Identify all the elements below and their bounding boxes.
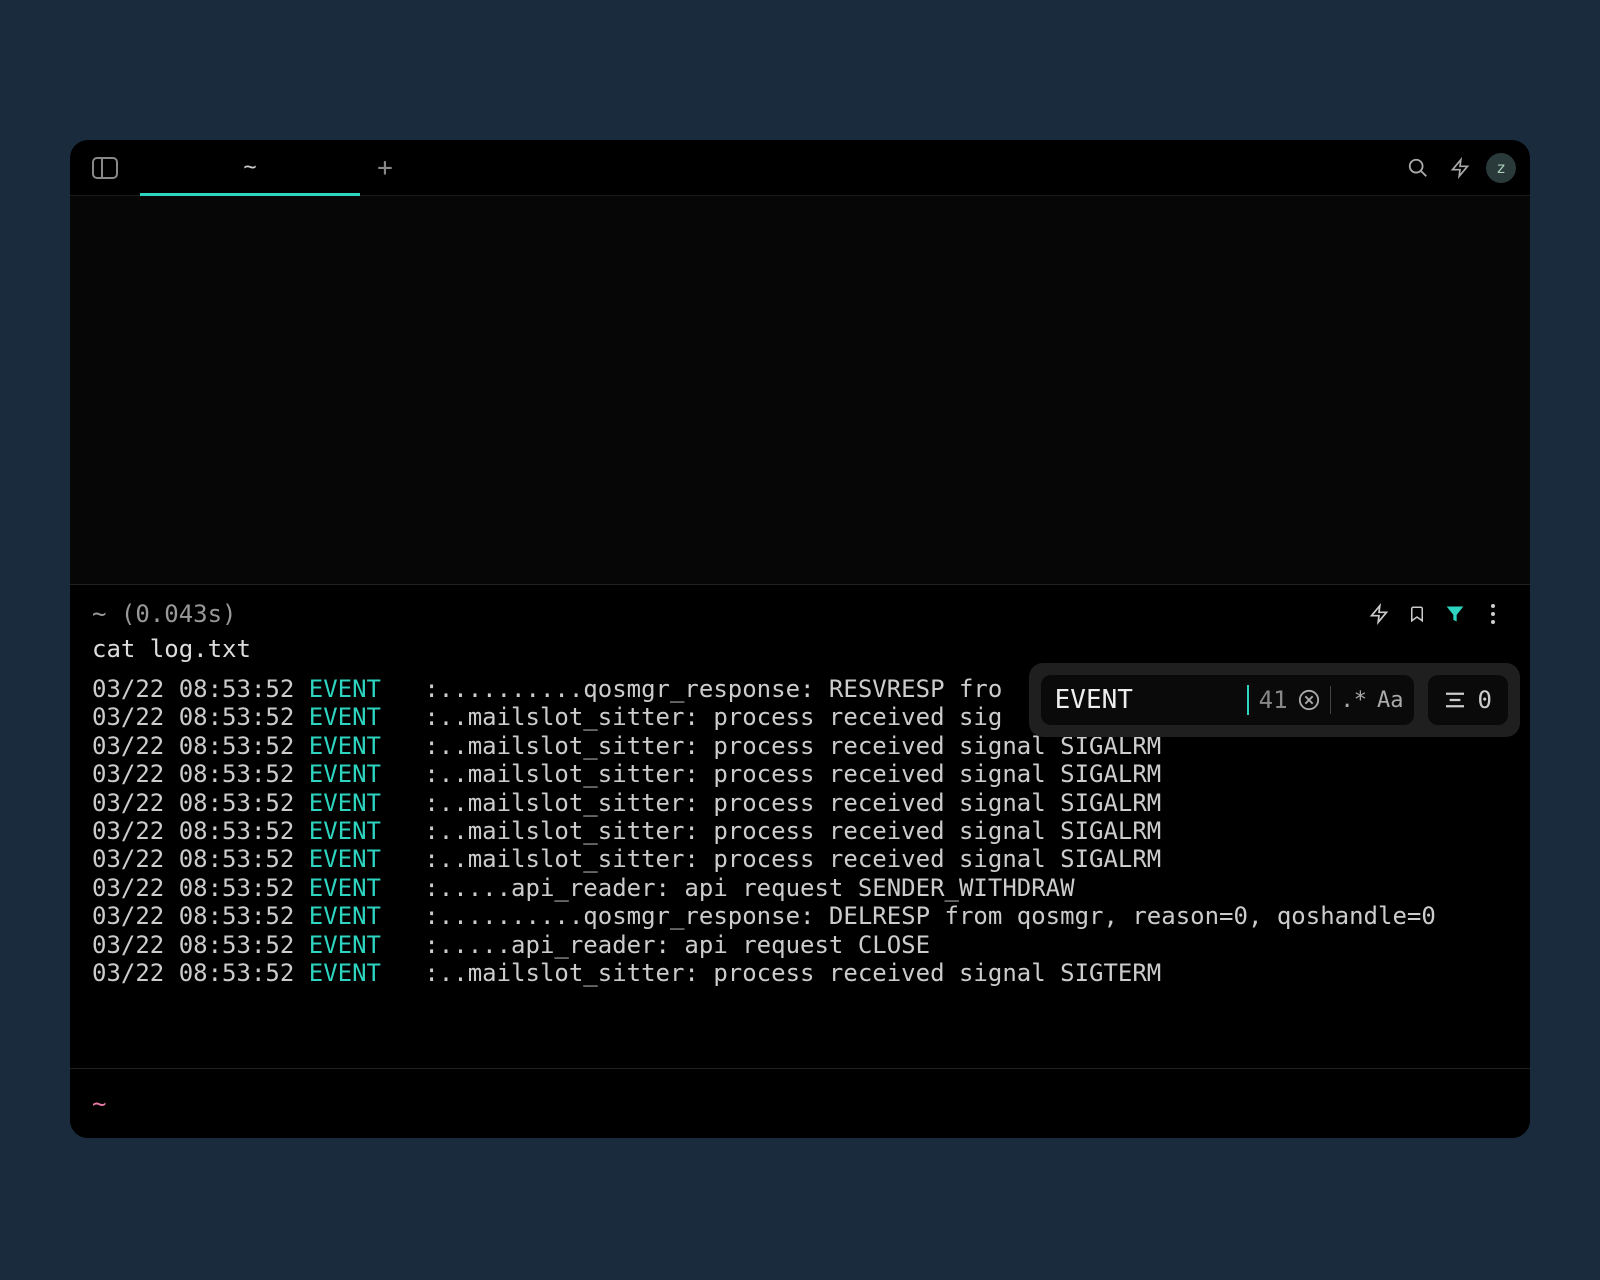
lightning-icon: [1369, 603, 1389, 625]
ai-button[interactable]: [1444, 152, 1476, 184]
log-line: 03/22 08:53:52 EVENT :..mailslot_sitter:…: [92, 845, 1508, 873]
filter-button[interactable]: [1440, 599, 1470, 629]
titlebar-right: z: [1402, 152, 1516, 184]
avatar[interactable]: z: [1486, 153, 1516, 183]
close-circle-icon: [1298, 689, 1320, 711]
filter-input-wrap: 41 .* Aa: [1041, 675, 1414, 725]
context-value: 0: [1478, 686, 1492, 714]
lightning-icon: [1450, 157, 1470, 179]
log-line: 03/22 08:53:52 EVENT :..........qosmgr_r…: [92, 902, 1508, 930]
sidebar-toggle-button[interactable]: [70, 157, 140, 179]
clear-filter-button[interactable]: [1298, 689, 1320, 711]
plus-icon: +: [377, 153, 393, 183]
bookmark-button[interactable]: [1402, 599, 1432, 629]
filter-icon: [1444, 604, 1466, 624]
block-ai-button[interactable]: [1364, 599, 1394, 629]
separator: [1330, 686, 1331, 714]
block-context: ~ (0.043s): [92, 600, 237, 628]
regex-toggle[interactable]: .*: [1341, 688, 1368, 713]
dots-vertical-icon: [1490, 603, 1496, 625]
log-line: 03/22 08:53:52 EVENT :..mailslot_sitter:…: [92, 760, 1508, 788]
app-window: ~ + z ~ (0.043s): [70, 140, 1530, 1138]
context-icon: [1444, 691, 1466, 709]
upper-pane: [70, 196, 1530, 584]
log-line: 03/22 08:53:52 EVENT :.....api_reader: a…: [92, 931, 1508, 959]
output-block: ~ (0.043s) cat log.txt 03/22 0: [70, 584, 1530, 1138]
log-line: 03/22 08:53:52 EVENT :..mailslot_sitter:…: [92, 959, 1508, 987]
match-count: 41: [1259, 686, 1288, 714]
block-actions: [1364, 599, 1508, 629]
bookmark-icon: [1408, 603, 1426, 625]
log-line: 03/22 08:53:52 EVENT :.....api_reader: a…: [92, 874, 1508, 902]
titlebar-left: ~ +: [70, 140, 410, 196]
panel-icon: [92, 157, 118, 179]
case-toggle[interactable]: Aa: [1377, 688, 1404, 713]
prompt-symbol: ~: [92, 1090, 106, 1118]
tab-home[interactable]: ~: [140, 140, 360, 196]
filter-popup: 41 .* Aa 0: [1029, 663, 1520, 737]
more-button[interactable]: [1478, 599, 1508, 629]
avatar-letter: z: [1497, 159, 1505, 177]
prompt-bar[interactable]: ~: [70, 1068, 1530, 1138]
filter-input[interactable]: [1055, 685, 1245, 715]
block-time: (0.043s): [121, 600, 237, 628]
block-header: ~ (0.043s): [70, 585, 1530, 631]
add-tab-button[interactable]: +: [360, 153, 410, 183]
tab-label: ~: [243, 155, 256, 180]
search-icon: [1407, 157, 1429, 179]
log-line: 03/22 08:53:52 EVENT :..mailslot_sitter:…: [92, 789, 1508, 817]
context-lines-control[interactable]: 0: [1428, 675, 1508, 725]
titlebar: ~ + z: [70, 140, 1530, 196]
log-line: 03/22 08:53:52 EVENT :..mailslot_sitter:…: [92, 817, 1508, 845]
search-button[interactable]: [1402, 152, 1434, 184]
block-path: ~: [92, 600, 106, 628]
text-cursor: [1247, 685, 1249, 715]
